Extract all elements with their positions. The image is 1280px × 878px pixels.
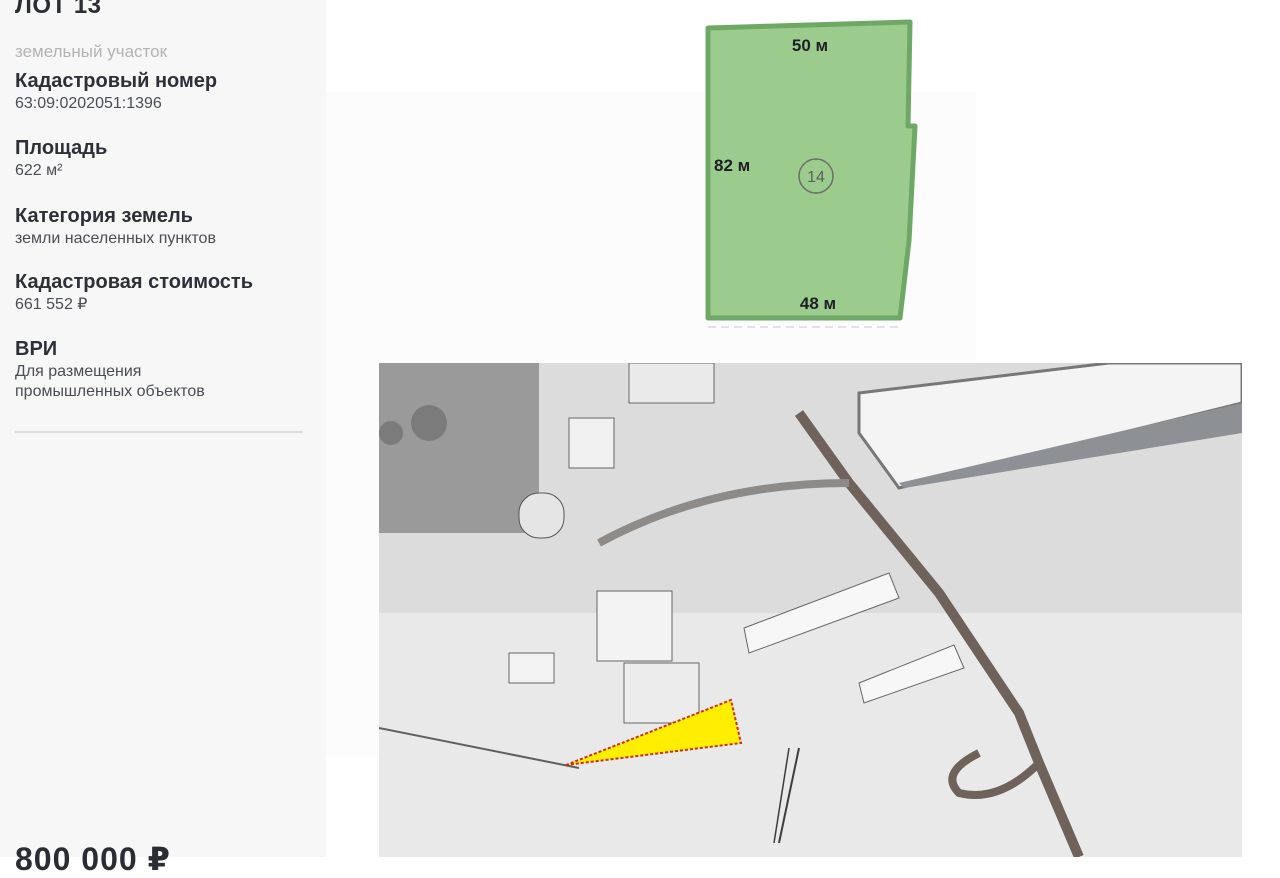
area-label: Площадь [15, 137, 108, 159]
permitted-use-value-line1: Для размещения [15, 363, 142, 380]
cadastral-value-label: Кадастровая стоимость [15, 271, 253, 293]
lot-title: ЛОТ 13 [15, 0, 102, 19]
permitted-use-value-line2: промышленных объектов [15, 383, 205, 400]
lot-price: 800 000 ₽ [15, 841, 171, 877]
plot-scheme-drawing: 50 м 82 м 48 м 14 [705, 19, 918, 328]
cadastral-value-block: Кадастровая стоимость 661 552 ₽ [15, 269, 253, 315]
permitted-use-label: ВРИ [15, 338, 58, 360]
land-category-value: земли населенных пунктов [15, 230, 216, 247]
land-category-block: Категория земель земли населенных пункто… [15, 203, 216, 249]
side-dimension-label: 82 м [714, 156, 750, 175]
lot-subtitle: земельный участок [15, 42, 168, 61]
aerial-photo[interactable] [379, 363, 1242, 857]
cadastral-value-value: 661 552 ₽ [15, 296, 88, 313]
cadastral-number-value[interactable]: 63:09:0202051:1396 [15, 94, 217, 114]
area-block: Площадь 622 м² [15, 135, 107, 181]
plot-scheme[interactable]: 50 м 82 м 48 м 14 [700, 16, 920, 346]
sidebar-divider [15, 431, 303, 433]
area-value: 622 м² [15, 162, 63, 179]
cadastral-number-label: Кадастровый номер [15, 70, 218, 92]
land-category-label: Категория земель [15, 205, 193, 227]
bottom-dimension-label: 48 м [800, 294, 836, 313]
cadastral-number-block: Кадастровый номер 63:09:0202051:1396 [15, 68, 217, 114]
top-dimension-label: 50 м [792, 36, 828, 55]
aerial-photo-icon [379, 363, 1242, 857]
plot-number-label: 14 [807, 169, 825, 186]
permitted-use-block: ВРИ Для размещения промышленных объектов [15, 336, 205, 402]
lot-info-sidebar: ЛОТ 13 земельный участок Кадастровый ном… [0, 0, 326, 877]
